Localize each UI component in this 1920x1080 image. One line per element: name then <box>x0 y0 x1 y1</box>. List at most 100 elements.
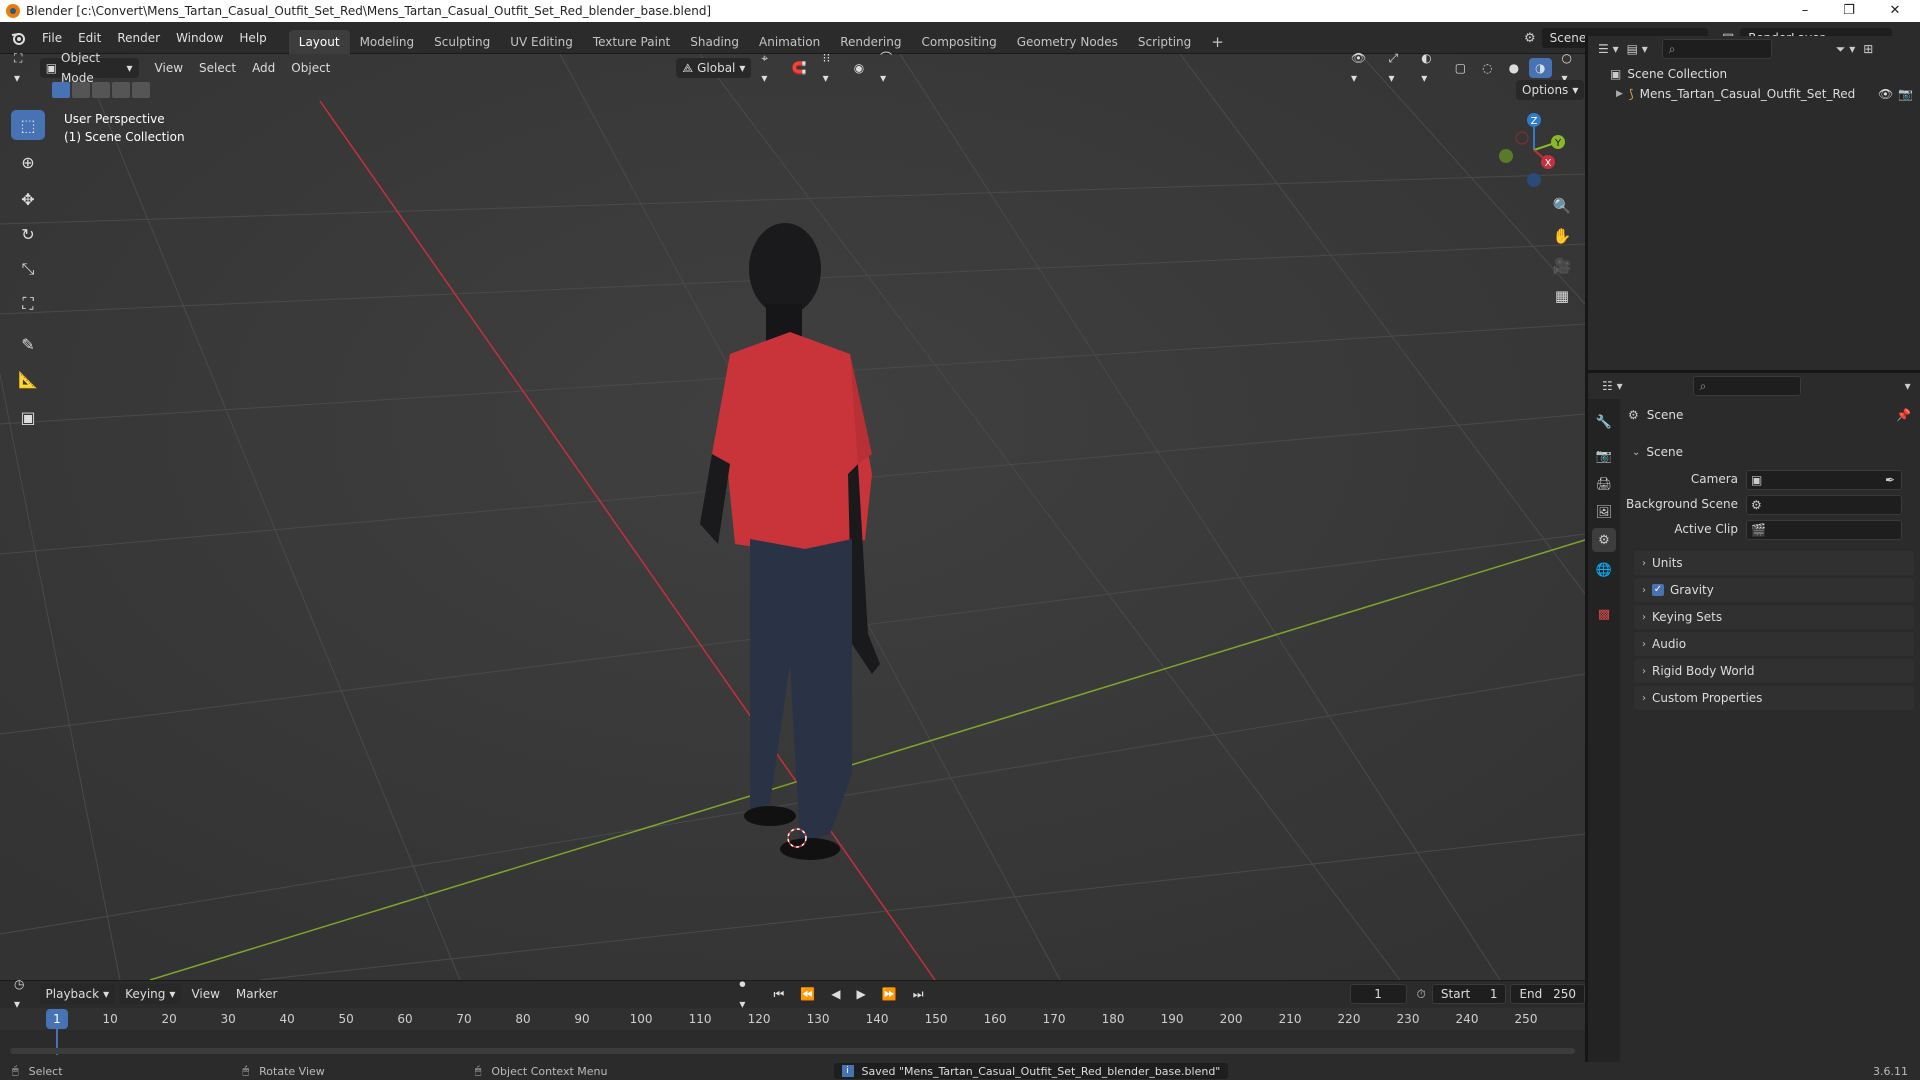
extend-selection-icon[interactable] <box>72 82 90 98</box>
start-frame-field[interactable]: Start 1 <box>1431 984 1507 1004</box>
options-dropdown[interactable]: Options ▾ <box>1516 80 1585 100</box>
chevron-down-icon[interactable]: ▾ <box>1905 379 1911 393</box>
overlay-toggle[interactable]: ◐ ▾ <box>1415 51 1444 85</box>
snap-toggle[interactable]: 🧲 <box>786 58 813 78</box>
end-frame-field[interactable]: End 250 <box>1510 984 1585 1004</box>
jump-start-button[interactable]: ⏮ <box>768 984 791 1004</box>
measure-tool[interactable]: 📐 <box>11 364 45 394</box>
active-clip-field[interactable]: 🎬 <box>1746 520 1902 540</box>
close-button[interactable]: ✕ <box>1872 0 1918 22</box>
blender-menu-icon[interactable] <box>10 29 28 47</box>
outliner-search-input[interactable]: ⌕ <box>1661 39 1772 59</box>
outliner-row-scene-collection[interactable]: ▣ Scene Collection <box>1588 64 1920 84</box>
orientation-dropdown[interactable]: ⟁ Global ▾ <box>676 58 752 78</box>
marker-menu[interactable]: Marker <box>230 984 283 1004</box>
timeline-view-menu[interactable]: View <box>185 984 225 1004</box>
invert-selection-icon[interactable] <box>112 82 130 98</box>
timeline-scrollbar[interactable] <box>10 1048 1575 1054</box>
new-collection-icon[interactable]: ⊞ <box>1863 42 1873 56</box>
tab-geometry-nodes[interactable]: Geometry Nodes <box>1007 30 1128 54</box>
panel-custom-properties[interactable]: › Custom Properties <box>1634 686 1914 710</box>
intersect-selection-icon[interactable] <box>132 82 150 98</box>
tab-texture-paint[interactable]: Texture Paint <box>583 30 680 54</box>
playback-menu[interactable]: Playback ▾ <box>39 984 116 1004</box>
panel-units[interactable]: › Units <box>1634 551 1914 575</box>
tab-modeling[interactable]: Modeling <box>350 30 425 54</box>
subtract-selection-icon[interactable] <box>92 82 110 98</box>
panel-gravity[interactable]: › ✓ Gravity <box>1634 578 1914 602</box>
shading-solid[interactable]: ● <box>1503 58 1525 78</box>
minimize-button[interactable]: – <box>1782 0 1828 22</box>
play-button[interactable]: ▶ <box>851 984 872 1004</box>
camera-view-button[interactable]: 🎥 <box>1547 252 1577 280</box>
panel-rigid-body-world[interactable]: › Rigid Body World <box>1634 659 1914 683</box>
keying-menu[interactable]: Keying ▾ <box>119 984 182 1004</box>
3d-viewport[interactable]: User Perspective (1) Scene Collection ⬚ … <box>0 54 1585 980</box>
panel-keying-sets[interactable]: › Keying Sets <box>1634 605 1914 629</box>
tab-layout[interactable]: Layout <box>288 29 350 54</box>
prev-keyframe-button[interactable]: ⏪ <box>794 984 821 1004</box>
transform-tool[interactable]: ⛶ <box>11 289 45 319</box>
tab-sculpting[interactable]: Sculpting <box>424 30 500 54</box>
scale-tool[interactable]: ⤡ <box>11 254 45 284</box>
set-selection-icon[interactable] <box>52 82 70 98</box>
tab-texture[interactable]: ▩ <box>1592 602 1616 626</box>
xray-toggle[interactable]: ▢ <box>1449 58 1472 78</box>
menu-file[interactable]: File <box>34 27 70 49</box>
tab-shading[interactable]: Shading <box>680 30 749 54</box>
display-mode-icon[interactable]: ▤ ▾ <box>1627 42 1648 56</box>
pivot-dropdown[interactable]: ⌖ ▾ <box>755 51 781 85</box>
playhead[interactable]: 1 <box>46 1009 68 1029</box>
jump-end-button[interactable]: ⏭ <box>907 984 930 1004</box>
viewport-menu-select[interactable]: Select <box>193 58 242 78</box>
tab-rendering[interactable]: Rendering <box>830 30 911 54</box>
viewport-menu-object[interactable]: Object <box>285 58 336 78</box>
shading-wireframe[interactable]: ◌ <box>1476 58 1498 78</box>
background-scene-field[interactable]: ⚙ <box>1746 495 1902 515</box>
cursor-tool[interactable]: ⊕ <box>11 147 45 177</box>
pin-icon[interactable]: 📌 <box>1896 408 1911 422</box>
scene-section-header[interactable]: ⌄ Scene <box>1632 440 1914 464</box>
viewport-menu-view[interactable]: View <box>149 58 189 78</box>
menu-window[interactable]: Window <box>168 27 231 49</box>
select-box-tool[interactable]: ⬚ <box>11 110 45 140</box>
visibility-dropdown[interactable]: 👁 ▾ <box>1345 51 1379 85</box>
ortho-toggle-button[interactable]: ▦ <box>1547 282 1577 310</box>
gravity-checkbox[interactable]: ✓ <box>1652 584 1664 596</box>
maximize-button[interactable]: ❐ <box>1826 0 1872 22</box>
falloff-dropdown[interactable]: ⌒ ▾ <box>874 51 905 85</box>
properties-search-input[interactable]: ⌕ <box>1692 376 1801 396</box>
next-keyframe-button[interactable]: ⏩ <box>876 984 903 1004</box>
menu-edit[interactable]: Edit <box>70 27 109 49</box>
outliner-editor-icon[interactable]: ☰ ▾ <box>1598 42 1619 56</box>
proportional-edit-toggle[interactable]: ◉ <box>848 58 870 78</box>
tab-world[interactable]: 🌐 <box>1592 558 1616 582</box>
annotate-tool[interactable]: ✎ <box>11 329 45 359</box>
timeline-editor-icon[interactable]: ◷ ▾ <box>8 977 36 1011</box>
mode-dropdown[interactable]: ▣ Object Mode ▾ <box>39 51 139 85</box>
shading-material[interactable]: ◑ <box>1529 58 1552 78</box>
rotate-tool[interactable]: ↻ <box>11 219 45 249</box>
gizmo-toggle[interactable]: ⤢ ▾ <box>1383 51 1412 85</box>
navigation-gizmo[interactable]: Z Y X <box>1490 110 1570 190</box>
zoom-view-button[interactable]: 🔍 <box>1547 192 1577 220</box>
tab-scripting[interactable]: Scripting <box>1128 30 1201 54</box>
camera-field[interactable]: ▣ ✒ <box>1746 470 1902 490</box>
eye-icon[interactable]: 👁 <box>1878 87 1893 101</box>
menu-render[interactable]: Render <box>109 27 168 49</box>
menu-help[interactable]: Help <box>231 27 274 49</box>
viewport-menu-add[interactable]: Add <box>246 58 281 78</box>
tab-tool[interactable]: 🔧 <box>1592 410 1616 434</box>
editor-type-button[interactable]: ⛶ ▾ <box>8 51 36 85</box>
tab-render[interactable]: 📷 <box>1592 444 1616 468</box>
current-frame-field[interactable]: 1 <box>1349 984 1407 1004</box>
eyedropper-icon[interactable]: ✒ <box>1885 473 1895 487</box>
camera-render-icon[interactable]: 📷 <box>1898 87 1913 101</box>
record-button[interactable]: ⏺ ▾ <box>733 977 757 1011</box>
play-reverse-button[interactable]: ◀ <box>825 984 846 1004</box>
snap-target-dropdown[interactable]: ⁝⁝ ▾ <box>817 51 844 85</box>
pan-view-button[interactable]: ✋ <box>1547 222 1577 250</box>
clock-icon[interactable]: ⏱ <box>1417 987 1426 1002</box>
shading-rendered[interactable]: ○ ▾ <box>1556 51 1585 85</box>
add-cube-tool[interactable]: ▣ <box>11 402 45 432</box>
